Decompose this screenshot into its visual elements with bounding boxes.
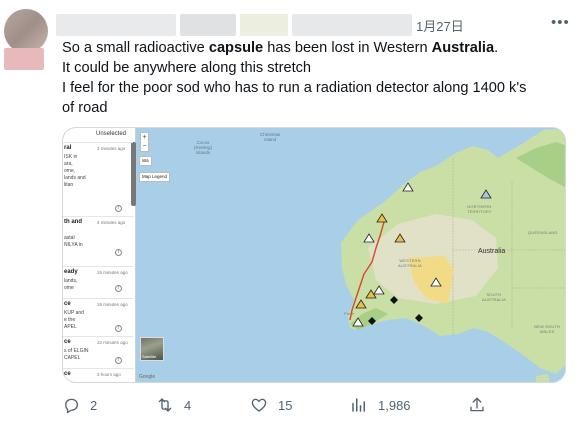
alert-title: ce: [64, 339, 71, 345]
info-icon[interactable]: i: [115, 249, 122, 256]
tweet-text-line-1: So a small radioactive capsule has been …: [62, 40, 499, 56]
alert-row[interactable]: th and 4 minutes ago astal NILYA in i: [63, 216, 133, 260]
views-chart-icon: [352, 398, 365, 412]
alert-title: ce: [64, 371, 71, 377]
alert-time: 15 minutes ago: [97, 270, 128, 275]
alert-title: th and: [64, 219, 82, 225]
alert-text: ISK in ara, ome, lands and litan: [64, 154, 86, 188]
like-button[interactable]: 15: [250, 394, 292, 416]
tweet-media-image[interactable]: Unselected ral 3 minutes ago ISK in ara,…: [62, 127, 566, 383]
map-label-wa: WESTERN AUSTRALIA: [398, 258, 423, 268]
author-name-redaction: [56, 14, 176, 36]
avatar[interactable]: [4, 9, 48, 53]
retweet-button[interactable]: 4: [156, 394, 191, 416]
satellite-label: Satellite: [142, 354, 157, 359]
alert-time: 3 hours ago: [97, 372, 121, 377]
alert-row[interactable]: ce 16 minutes ago KUP and e the APEL i: [63, 298, 133, 336]
author-handle-redaction: [180, 14, 236, 36]
map-canvas: [136, 128, 565, 382]
tweet-text-line-2: It could be anywhere along this stretch: [62, 60, 312, 76]
zoom-control[interactable]: + −: [140, 132, 149, 152]
retweet-icon: [158, 398, 172, 412]
author-handle-redaction: [292, 14, 412, 36]
info-icon[interactable]: i: [115, 325, 122, 332]
zoom-in-button[interactable]: +: [141, 133, 148, 142]
heart-icon: [251, 398, 267, 412]
alert-row[interactable]: eady 15 minutes ago lands, ome i: [63, 266, 133, 294]
info-icon[interactable]: i: [115, 357, 122, 364]
alert-row[interactable]: ce 22 minutes ago s of ELGIN CAPEL i: [63, 336, 133, 368]
tweet[interactable]: 1月27日 ••• So a small radioactive capsule…: [0, 0, 586, 428]
reply-button[interactable]: 2: [62, 394, 97, 416]
alert-text: s of ELGIN CAPEL: [64, 348, 89, 361]
alert-text: lands, ome: [64, 278, 78, 291]
retweet-count: 4: [184, 397, 192, 413]
map-type-button[interactable]: Wa: [139, 156, 152, 166]
map-legend-button[interactable]: Map Legend: [139, 172, 171, 182]
share-button[interactable]: [468, 394, 496, 416]
zoom-out-button[interactable]: −: [141, 142, 148, 151]
map-view[interactable]: Cocos (Keeling) Islands Christmas Island…: [136, 128, 565, 382]
alerts-panel: Unselected ral 3 minutes ago ISK in ara,…: [63, 128, 136, 382]
map-label-perth: Perth: [344, 311, 355, 316]
tweet-text: So a small radioactive capsule has been …: [62, 38, 572, 118]
map-label-cocos: Cocos (Keeling) Islands: [194, 140, 213, 155]
views-count: 1,986: [378, 397, 411, 413]
tweet-date[interactable]: 1月27日: [416, 16, 464, 35]
tweet-actions: 2 4 15 1,986: [0, 394, 586, 418]
tweet-text-line-4: of road: [62, 100, 108, 116]
map-label-australia: Australia: [478, 248, 506, 255]
map-label-christmas: Christmas Island: [260, 132, 281, 142]
reply-count: 2: [90, 397, 98, 413]
alert-row[interactable]: ral 3 minutes ago ISK in ara, ome, lands…: [63, 142, 133, 216]
info-icon[interactable]: i: [115, 285, 122, 292]
google-logo: Google: [139, 374, 156, 380]
map-label-nt: NORTHERN TERRITORY: [467, 204, 492, 214]
alert-time: 22 minutes ago: [97, 340, 128, 345]
alert-time: 16 minutes ago: [97, 302, 128, 307]
reply-icon: [65, 398, 79, 414]
alert-time: 3 minutes ago: [97, 146, 126, 151]
panel-select[interactable]: Unselected: [96, 131, 126, 137]
alert-title: ral: [64, 145, 72, 151]
author-handle-redaction: [240, 14, 288, 36]
avatar-redaction: [4, 48, 44, 70]
map-label-sa: SOUTH AUSTRALIA: [482, 292, 507, 302]
alert-time: 4 minutes ago: [97, 220, 126, 225]
share-icon: [470, 397, 484, 412]
alert-title: ce: [64, 301, 71, 307]
alert-title: eady: [64, 269, 78, 275]
alert-text: KUP and e the APEL: [64, 310, 84, 330]
info-icon[interactable]: i: [115, 205, 122, 212]
satellite-toggle[interactable]: Satellite: [140, 337, 164, 361]
tweet-text-line-3: I feel for the poor sod who has to run a…: [62, 80, 527, 96]
alert-row[interactable]: ce 3 hours ago: [63, 368, 133, 382]
like-count: 15: [278, 397, 293, 413]
more-options-icon[interactable]: •••: [551, 14, 570, 31]
alert-text: astal NILYA in: [64, 235, 83, 248]
views-button[interactable]: 1,986: [350, 394, 411, 416]
map-label-nsw: NEW SOUTH WALES: [534, 324, 561, 334]
map-label-qld: QUEENSLAND: [528, 230, 558, 235]
